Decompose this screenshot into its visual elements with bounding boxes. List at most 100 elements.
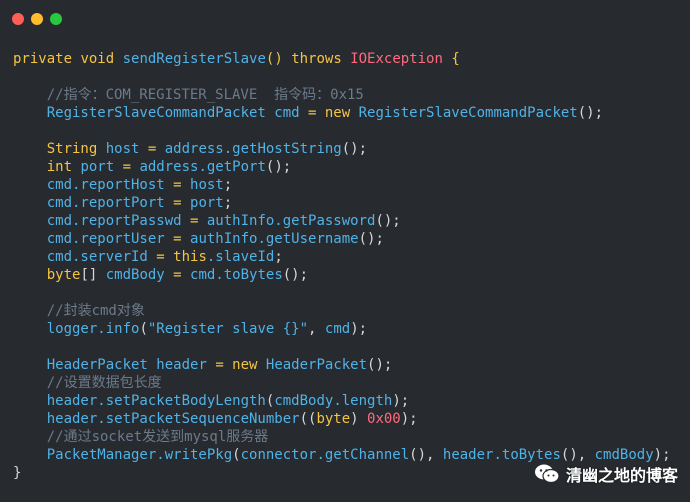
code-token: = <box>308 105 325 121</box>
code-token: 0x00 <box>367 411 401 427</box>
code-token: address.getHostString <box>164 141 342 157</box>
watermark: 清幽之地的博客 <box>534 462 678 486</box>
code-line: //通过socket发送到mysql服务器 <box>13 428 671 446</box>
code-token: address.getPort <box>139 159 266 175</box>
code-token: ); <box>400 411 418 427</box>
code-line: byte[] cmdBody = cmd.toBytes(); <box>13 266 671 284</box>
code-token: cmdBody.length <box>274 393 393 409</box>
code-token: ( <box>139 321 148 337</box>
code-token: host <box>105 141 148 157</box>
code-line: cmd.reportPasswd = authInfo.getPassword(… <box>13 212 671 230</box>
code-token: = <box>190 213 207 229</box>
code-token: cmdBody <box>105 267 174 283</box>
code-token: String <box>13 141 106 157</box>
code-token: [] <box>80 267 106 283</box>
code-token: = <box>173 267 191 283</box>
code-token: void <box>80 51 123 67</box>
code-token: (); <box>577 105 604 121</box>
code-token: HeaderPacket <box>265 357 368 373</box>
minimize-button[interactable] <box>31 13 43 25</box>
maximize-button[interactable] <box>50 13 62 25</box>
code-token: ); <box>653 447 671 463</box>
code-token: (), <box>409 447 443 463</box>
code-token: , <box>308 321 325 337</box>
code-line: logger.info("Register slave {}", cmd); <box>13 320 671 338</box>
code-line: cmd.reportHost = host; <box>13 176 671 194</box>
code-token: header.setPacketBodyLength <box>13 393 266 409</box>
code-token: cmd.serverId <box>13 249 157 265</box>
code-token: (); <box>341 141 368 157</box>
window-controls <box>12 13 62 25</box>
code-token: } <box>13 465 22 481</box>
wechat-icon <box>534 464 560 484</box>
code-token: PacketManager.writePkg <box>13 447 233 463</box>
code-token: //通过socket发送到mysql服务器 <box>13 429 269 445</box>
code-token: host <box>190 177 224 193</box>
code-line: HeaderPacket header = new HeaderPacket()… <box>13 356 671 374</box>
code-token: = <box>173 195 191 211</box>
code-token: (), <box>560 447 595 463</box>
code-token: () <box>265 51 292 67</box>
code-line: header.setPacketBodyLength(cmdBody.lengt… <box>13 392 671 410</box>
code-token: IOException <box>350 51 443 67</box>
code-token: .slaveId <box>206 249 275 265</box>
code-token: ); <box>392 393 410 409</box>
code-line: //封装cmd对象 <box>13 302 671 320</box>
watermark-text: 清幽之地的博客 <box>565 466 678 485</box>
close-button[interactable] <box>12 13 24 25</box>
code-token: RegisterSlaveCommandPacket cmd <box>13 105 309 121</box>
code-token: RegisterSlaveCommandPacket <box>358 105 578 121</box>
code-token: new <box>324 105 359 121</box>
code-token: port <box>190 195 224 211</box>
code-token: cmd.reportPort <box>13 195 174 211</box>
code-line: int port = address.getPort(); <box>13 158 671 176</box>
code-token: authInfo.getUsername <box>190 231 359 247</box>
code-line: private void sendRegisterSlave() throws … <box>13 50 671 68</box>
code-token: //指令：COM_REGISTER_SLAVE 指令码：0x15 <box>13 87 364 103</box>
code-token: (); <box>358 231 384 247</box>
code-token: = <box>122 159 140 175</box>
code-token: authInfo.getPassword <box>206 213 376 229</box>
code-token: cmd.reportHost <box>13 177 174 193</box>
code-token: new <box>232 357 266 373</box>
code-line: header.setPacketSequenceNumber((byte) 0x… <box>13 410 671 428</box>
code-token: = <box>147 141 165 157</box>
code-line: RegisterSlaveCommandPacket cmd = new Reg… <box>13 104 671 122</box>
code-token: byte <box>13 267 81 283</box>
code-token: (); <box>282 267 309 283</box>
code-token: logger.info <box>13 321 140 337</box>
code-token: (); <box>265 159 292 175</box>
code-token: //设置数据包长度 <box>13 375 162 391</box>
code-token: (); <box>367 357 393 373</box>
code-token: cmd.reportUser <box>13 231 174 247</box>
code-line: cmd.serverId = this.slaveId; <box>13 248 671 266</box>
code-window: private void sendRegisterSlave() throws … <box>0 0 690 502</box>
code-token: ); <box>350 321 368 337</box>
code-token: cmd.reportPasswd <box>13 213 191 229</box>
code-token: sendRegisterSlave <box>122 51 266 67</box>
code-block: private void sendRegisterSlave() throws … <box>13 50 671 482</box>
code-token: (); <box>375 213 401 229</box>
code-token: connector.getChannel <box>240 447 410 463</box>
code-line: //指令：COM_REGISTER_SLAVE 指令码：0x15 <box>13 86 671 104</box>
code-token: = <box>156 249 174 265</box>
code-token: cmdBody <box>594 447 654 463</box>
code-token: ; <box>274 249 283 265</box>
code-token: = <box>215 357 233 373</box>
code-token: { <box>442 51 460 67</box>
code-token: (( <box>299 411 317 427</box>
code-token: ) <box>350 411 368 427</box>
code-token: ; <box>223 177 233 193</box>
code-token: private <box>13 51 81 67</box>
code-token: header.toBytes <box>442 447 561 463</box>
code-token: = <box>173 231 191 247</box>
code-token: = <box>173 177 191 193</box>
code-token: ( <box>232 447 241 463</box>
code-token: port <box>80 159 123 175</box>
code-token: HeaderPacket <box>13 357 157 373</box>
code-line: cmd.reportPort = port; <box>13 194 671 212</box>
